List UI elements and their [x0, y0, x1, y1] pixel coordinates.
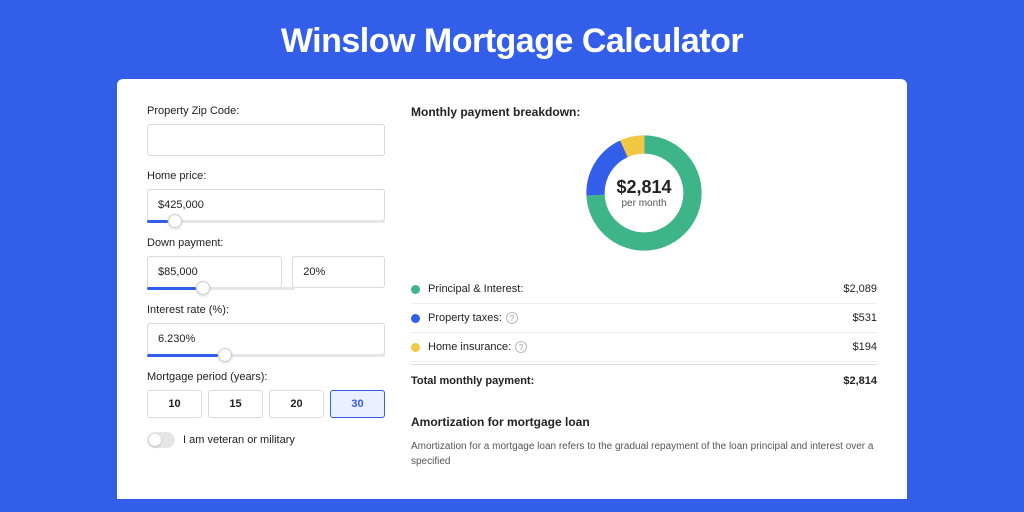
period-btn-10[interactable]: 10 [147, 390, 202, 418]
breakdown-panel: Monthly payment breakdown: $2,814 per mo… [411, 105, 877, 499]
period-btn-30[interactable]: 30 [330, 390, 385, 418]
breakdown-row-principal: Principal & Interest: $2,089 [411, 275, 877, 304]
total-label: Total monthly payment: [411, 375, 843, 387]
amortization-title: Amortization for mortgage loan [411, 415, 877, 429]
amortization-text: Amortization for a mortgage loan refers … [411, 439, 877, 469]
zip-group: Property Zip Code: [147, 105, 385, 156]
breakdown-label: Property taxes: ? [428, 312, 853, 324]
veteran-toggle[interactable] [147, 432, 175, 448]
dot-icon [411, 285, 420, 294]
down-percent-input[interactable] [292, 256, 385, 288]
total-value: $2,814 [843, 375, 877, 387]
donut-center: $2,814 per month [616, 177, 671, 209]
zip-input[interactable] [147, 124, 385, 156]
breakdown-title: Monthly payment breakdown: [411, 105, 877, 119]
breakdown-row-total: Total monthly payment: $2,814 [411, 364, 877, 395]
zip-label: Property Zip Code: [147, 105, 385, 117]
donut-per-month: per month [616, 198, 671, 209]
help-icon[interactable]: ? [506, 312, 518, 324]
down-group: Down payment: [147, 237, 385, 290]
veteran-label: I am veteran or military [183, 434, 295, 446]
period-segmented: 10 15 20 30 [147, 390, 385, 418]
breakdown-list: Principal & Interest: $2,089 Property ta… [411, 275, 877, 395]
form-panel: Property Zip Code: Home price: Down paym… [147, 105, 385, 499]
period-label: Mortgage period (years): [147, 371, 385, 383]
donut-chart: $2,814 per month [411, 129, 877, 257]
dot-icon [411, 314, 420, 323]
breakdown-value: $531 [853, 312, 877, 324]
donut-value: $2,814 [616, 177, 671, 198]
breakdown-row-taxes: Property taxes: ? $531 [411, 304, 877, 333]
price-input[interactable] [147, 189, 385, 221]
period-btn-20[interactable]: 20 [269, 390, 324, 418]
rate-slider[interactable] [147, 354, 385, 357]
price-label: Home price: [147, 170, 385, 182]
period-group: Mortgage period (years): 10 15 20 30 [147, 371, 385, 418]
help-icon[interactable]: ? [515, 341, 527, 353]
down-slider-thumb[interactable] [196, 281, 210, 295]
page-title: Winslow Mortgage Calculator [0, 0, 1024, 79]
rate-group: Interest rate (%): [147, 304, 385, 357]
price-slider[interactable] [147, 220, 385, 223]
rate-input[interactable] [147, 323, 385, 355]
dot-icon [411, 343, 420, 352]
down-label: Down payment: [147, 237, 385, 249]
veteran-row: I am veteran or military [147, 432, 385, 448]
breakdown-value: $194 [853, 341, 877, 353]
down-slider[interactable] [147, 287, 295, 290]
down-amount-input[interactable] [147, 256, 282, 288]
breakdown-label: Home insurance: ? [428, 341, 853, 353]
calculator-card: Property Zip Code: Home price: Down paym… [117, 79, 907, 499]
rate-slider-thumb[interactable] [218, 348, 232, 362]
rate-label: Interest rate (%): [147, 304, 385, 316]
price-slider-thumb[interactable] [168, 214, 182, 228]
breakdown-value: $2,089 [843, 283, 877, 295]
period-btn-15[interactable]: 15 [208, 390, 263, 418]
breakdown-label: Principal & Interest: [428, 283, 843, 295]
breakdown-row-insurance: Home insurance: ? $194 [411, 333, 877, 362]
price-group: Home price: [147, 170, 385, 223]
